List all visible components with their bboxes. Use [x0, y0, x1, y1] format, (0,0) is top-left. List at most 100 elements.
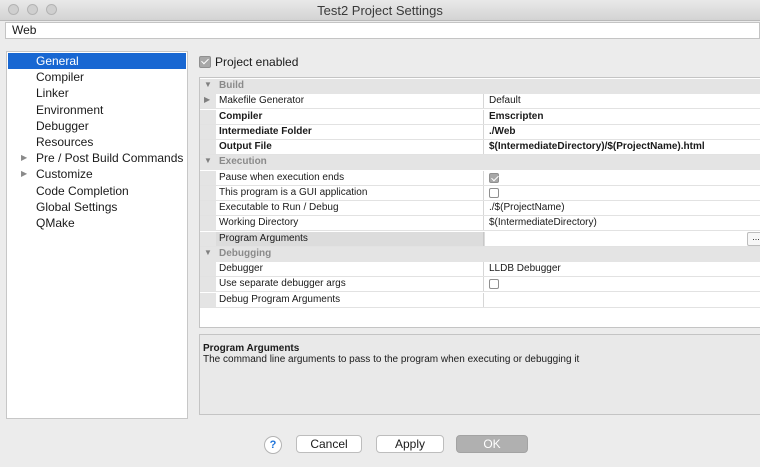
row-gutter: [200, 109, 216, 124]
property-value[interactable]: ./Web: [485, 125, 760, 139]
row-gutter: [200, 231, 216, 246]
edit-arguments-button[interactable]: ...: [747, 231, 760, 246]
sidebar-item[interactable]: Debugger: [8, 118, 186, 134]
expand-arrow-icon[interactable]: ▶: [21, 166, 27, 182]
property-value-text: Emscripten: [489, 110, 544, 122]
help-button[interactable]: ?: [264, 436, 282, 454]
property-value[interactable]: Default: [485, 94, 760, 108]
row-gutter: [200, 216, 216, 231]
property-category-row[interactable]: ▼ Build: [200, 79, 760, 94]
sidebar-item-label: General: [36, 54, 79, 68]
property-name: Intermediate Folder: [216, 124, 484, 139]
sidebar-item[interactable]: Code Completion: [8, 183, 186, 199]
row-gutter: [200, 170, 216, 185]
title-bar: Test2 Project Settings: [0, 0, 760, 21]
property-row[interactable]: Compiler Emscripten: [200, 109, 760, 125]
project-enabled-checkbox[interactable]: [199, 56, 211, 68]
project-enabled-label: Project enabled: [215, 55, 299, 69]
property-row[interactable]: This program is a GUI application: [200, 185, 760, 201]
sidebar-item[interactable]: QMake: [8, 215, 186, 231]
property-category-row[interactable]: ▼ Debugging: [200, 246, 760, 262]
cancel-button[interactable]: Cancel: [296, 435, 362, 453]
property-value[interactable]: ...: [485, 231, 760, 246]
property-grid: ▼ Build ▶ Makefile Generator Default Compiler…: [199, 77, 760, 328]
help-description: The command line arguments to pass to th…: [203, 354, 580, 365]
property-value-text: ./Web: [489, 125, 516, 137]
property-value-checkbox-cell[interactable]: [485, 171, 760, 185]
expand-arrow-icon[interactable]: ▶: [204, 95, 210, 104]
property-row[interactable]: Intermediate Folder ./Web: [200, 124, 760, 140]
property-checkbox[interactable]: [489, 172, 499, 183]
property-category-row[interactable]: ▼ Execution: [200, 155, 760, 171]
sidebar-item[interactable]: Compiler: [8, 69, 186, 85]
row-gutter: [200, 277, 216, 292]
row-gutter: [200, 140, 216, 154]
configuration-select[interactable]: Web: [5, 22, 760, 39]
property-row[interactable]: Debug Program Arguments: [200, 292, 760, 308]
sidebar-item[interactable]: Global Settings: [8, 199, 186, 215]
sidebar-item-label: Linker: [36, 86, 69, 101]
sidebar-item[interactable]: Environment: [8, 102, 186, 118]
sidebar-item[interactable]: ▶ Customize: [8, 166, 186, 182]
ok-button[interactable]: OK: [456, 435, 528, 453]
property-name: Pause when execution ends: [216, 170, 484, 185]
property-name: Debugger: [216, 262, 484, 276]
property-value[interactable]: ./$(ProjectName): [485, 201, 760, 215]
window-title: Test2 Project Settings: [317, 3, 443, 18]
category-label: Build: [219, 80, 244, 91]
apply-button[interactable]: Apply: [376, 435, 444, 453]
property-row[interactable]: Pause when execution ends: [200, 170, 760, 186]
row-gutter: [200, 185, 216, 200]
expand-arrow-icon[interactable]: ▶: [21, 150, 27, 166]
property-name: This program is a GUI application: [216, 185, 484, 200]
property-row[interactable]: Use separate debugger args: [200, 277, 760, 293]
row-gutter: ▶: [200, 94, 216, 109]
settings-category-list: General Compiler Linker Environment Debugger…: [6, 51, 188, 419]
property-row[interactable]: Executable to Run / Debug ./$(ProjectName…: [200, 201, 760, 216]
collapse-arrow-icon[interactable]: ▼: [204, 80, 212, 89]
property-value[interactable]: [485, 293, 760, 307]
property-value-text: $(IntermediateDirectory): [489, 217, 597, 229]
property-row[interactable]: Working Directory $(IntermediateDirectory…: [200, 216, 760, 232]
property-value-text: LLDB Debugger: [489, 263, 561, 274]
property-name: Compiler: [216, 109, 484, 124]
property-value-text: Default: [489, 95, 521, 107]
sidebar-item[interactable]: Linker: [8, 85, 186, 101]
property-row[interactable]: Output File $(IntermediateDirectory)/$(Pr…: [200, 140, 760, 155]
category-label: Debugging: [219, 247, 272, 259]
row-gutter: ▼: [200, 155, 216, 170]
collapse-arrow-icon[interactable]: ▼: [204, 248, 212, 257]
property-row[interactable]: Program Arguments...: [200, 231, 760, 247]
sidebar-item-label: QMake: [36, 216, 75, 230]
property-checkbox[interactable]: [489, 279, 499, 290]
property-row[interactable]: ▶ Makefile Generator Default: [200, 94, 760, 110]
row-gutter: [200, 292, 216, 307]
sidebar-item[interactable]: General: [8, 53, 186, 69]
sidebar-item[interactable]: ▶ Pre / Post Build Commands: [8, 150, 186, 166]
category-label: Execution: [219, 156, 267, 168]
row-gutter: [200, 262, 216, 276]
sidebar-item-label: Debugger: [36, 118, 89, 133]
sidebar-item-label: Pre / Post Build Commands: [36, 151, 184, 166]
sidebar-item-label: Compiler: [36, 70, 85, 85]
property-checkbox[interactable]: [489, 187, 499, 198]
property-value-checkbox-cell[interactable]: [485, 277, 760, 291]
sidebar-item[interactable]: Resources: [8, 134, 186, 150]
sidebar-item-label: Customize: [36, 167, 93, 182]
help-title: Program Arguments: [203, 343, 300, 354]
property-value[interactable]: Emscripten: [485, 110, 760, 124]
property-value[interactable]: $(IntermediateDirectory): [485, 216, 760, 230]
property-value[interactable]: $(IntermediateDirectory)/$(ProjectName).…: [485, 140, 760, 154]
property-value-checkbox-cell[interactable]: [485, 186, 760, 200]
sidebar-item-label: Code Completion: [36, 183, 129, 198]
property-name: Use separate debugger args: [216, 277, 484, 292]
property-value[interactable]: LLDB Debugger: [485, 262, 760, 276]
property-row[interactable]: Debugger LLDB Debugger: [200, 262, 760, 277]
collapse-arrow-icon[interactable]: ▼: [204, 156, 212, 165]
sidebar-item-label: Environment: [36, 102, 104, 117]
property-grid-empty-area: [200, 308, 760, 327]
row-gutter: ▼: [200, 79, 216, 93]
property-name: Output File: [216, 140, 484, 154]
sidebar-item-label: Global Settings: [36, 199, 118, 214]
row-gutter: [200, 201, 216, 215]
